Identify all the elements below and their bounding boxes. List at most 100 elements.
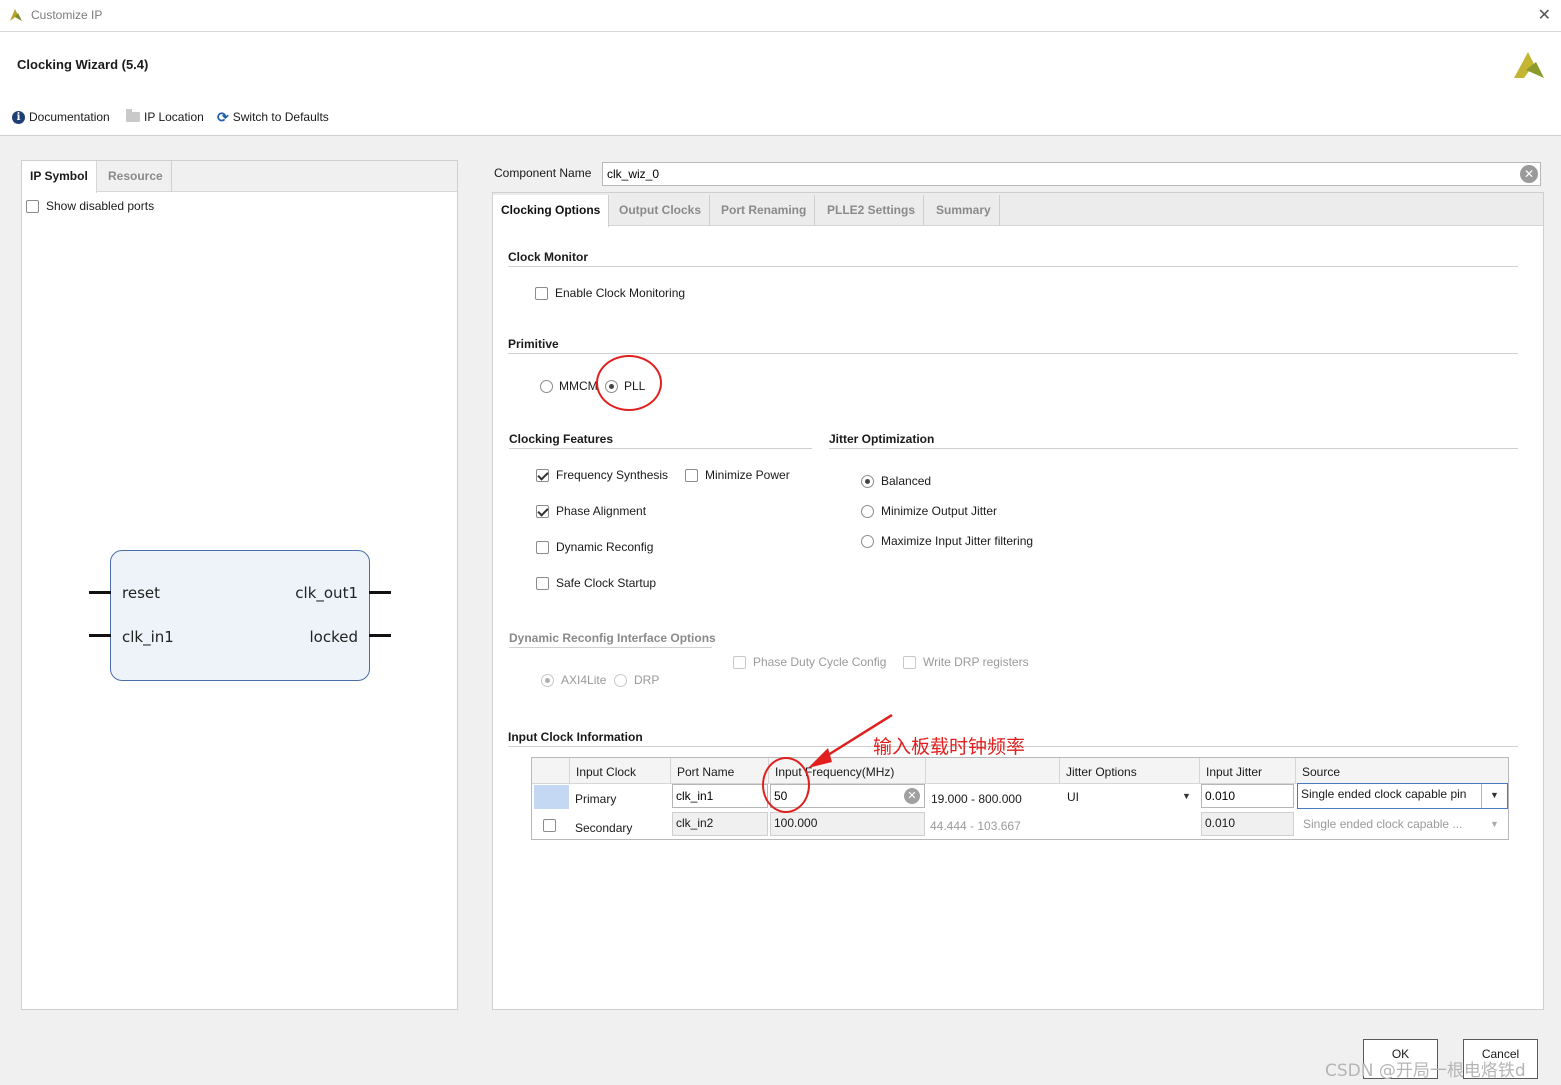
write-drp-option[interactable]: Write DRP registers [903, 655, 1029, 669]
primary-source-select[interactable]: Single ended clock capable pin [1297, 783, 1508, 809]
minimize-power-label: Minimize Power [705, 468, 790, 482]
frequency-synthesis-option[interactable]: Frequency Synthesis [536, 468, 668, 482]
drp-radio[interactable] [614, 673, 627, 687]
phase-alignment-checkbox[interactable] [536, 504, 549, 518]
maximize-input-jitter-option[interactable]: Maximize Input Jitter filtering [861, 534, 1033, 548]
tab-summary[interactable]: Summary [928, 195, 1000, 226]
axi4lite-option[interactable]: AXI4Lite [541, 673, 606, 687]
window-title: Customize IP [31, 8, 103, 22]
clear-icon[interactable]: ✕ [904, 788, 920, 804]
primary-jitter-option-select[interactable]: UI [1063, 786, 1083, 808]
xilinx-logo-icon [1514, 52, 1544, 78]
chevron-down-icon[interactable]: ▼ [1490, 819, 1499, 829]
tab-resource[interactable]: Resource [100, 161, 172, 192]
annotation-circle-pll [596, 355, 662, 411]
mmcm-label: MMCM [559, 379, 598, 393]
pin-locked [369, 634, 391, 637]
table-header-source: Source [1296, 758, 1508, 784]
frequency-synthesis-checkbox[interactable] [536, 468, 549, 482]
tab-clocking-options[interactable]: Clocking Options [493, 195, 610, 227]
chevron-down-icon[interactable]: ▼ [1490, 790, 1499, 800]
dynamic-reconfig-interface-title: Dynamic Reconfig Interface Options [509, 631, 716, 645]
port-clk-out1: clk_out1 [295, 584, 358, 602]
phase-alignment-option[interactable]: Phase Alignment [536, 504, 646, 518]
dynamic-reconfig-option[interactable]: Dynamic Reconfig [536, 540, 653, 554]
title-bar: Customize IP ✕ [0, 0, 1561, 32]
secondary-label: Secondary [575, 821, 633, 835]
tab-output-clocks[interactable]: Output Clocks [611, 195, 711, 226]
minimize-output-jitter-radio[interactable] [861, 504, 874, 518]
safe-clock-startup-checkbox[interactable] [536, 576, 549, 590]
tab-port-renaming[interactable]: Port Renaming [713, 195, 816, 226]
close-icon[interactable]: ✕ [1538, 5, 1551, 25]
clear-icon[interactable]: ✕ [1520, 165, 1538, 183]
write-drp-label: Write DRP registers [923, 655, 1029, 669]
left-tab-bar: IP Symbol Resource [22, 161, 457, 193]
dynamic-reconfig-checkbox[interactable] [536, 540, 549, 554]
secondary-input-jitter-value: 0.010 [1205, 816, 1236, 830]
table-header-jitter-options: Jitter Options [1060, 758, 1200, 784]
divider [1481, 784, 1482, 808]
component-name-input[interactable] [602, 162, 1541, 186]
phase-duty-cycle-label: Phase Duty Cycle Config [753, 655, 887, 669]
primary-label: Primary [575, 792, 617, 806]
drp-label: DRP [634, 673, 660, 687]
secondary-source-select[interactable]: Single ended clock capable ... [1303, 817, 1462, 831]
divider [508, 353, 1518, 354]
primitive-mmcm-option[interactable]: MMCM [540, 379, 598, 393]
divider [509, 448, 812, 449]
ip-location-button[interactable]: IP Location [126, 109, 204, 124]
balanced-radio[interactable] [861, 474, 874, 488]
clocking-features-title: Clocking Features [509, 432, 614, 446]
axi4lite-label: AXI4Lite [561, 673, 607, 687]
balanced-label: Balanced [881, 474, 932, 488]
wizard-title: Clocking Wizard (5.4) [17, 57, 149, 72]
minimize-output-jitter-option[interactable]: Minimize Output Jitter [861, 504, 997, 518]
tab-ip-symbol[interactable]: IP Symbol [22, 161, 97, 193]
minimize-power-option[interactable]: Minimize Power [685, 468, 790, 482]
divider [509, 647, 712, 648]
ip-symbol-panel: IP Symbol Resource Show disabled ports r… [21, 160, 458, 1010]
documentation-button[interactable]: i Documentation [12, 110, 110, 124]
drp-option[interactable]: DRP [614, 673, 659, 687]
mmcm-radio[interactable] [540, 379, 553, 393]
secondary-enable-checkbox[interactable] [543, 819, 556, 832]
primary-source-value: Single ended clock capable pin [1301, 787, 1467, 801]
tab-plle2-settings[interactable]: PLLE2 Settings [819, 195, 925, 226]
enable-clock-monitoring-option[interactable]: Enable Clock Monitoring [535, 286, 685, 300]
phase-duty-cycle-option[interactable]: Phase Duty Cycle Config [733, 655, 886, 669]
secondary-frequency-range: 44.444 - 103.667 [930, 819, 1021, 833]
safe-clock-startup-label: Safe Clock Startup [556, 576, 657, 590]
primary-row-selector[interactable] [534, 785, 569, 809]
show-disabled-ports-label: Show disabled ports [46, 199, 155, 213]
primary-input-jitter-input[interactable] [1201, 784, 1294, 808]
ip-symbol-block: reset clk_in1 clk_out1 locked [110, 550, 370, 681]
balanced-option[interactable]: Balanced [861, 474, 931, 488]
secondary-frequency-input[interactable]: 100.000 [770, 812, 925, 836]
table-header-input-clock: Input Clock [570, 758, 671, 784]
minimize-power-checkbox[interactable] [685, 468, 698, 482]
phase-duty-cycle-checkbox[interactable] [733, 655, 746, 669]
watermark: CSDN @开局一根电烙铁d [1325, 1061, 1526, 1081]
show-disabled-ports-option[interactable]: Show disabled ports [26, 199, 154, 213]
dynamic-reconfig-label: Dynamic Reconfig [556, 540, 654, 554]
table-header-input-jitter: Input Jitter [1200, 758, 1296, 784]
port-clk-in1: clk_in1 [122, 628, 174, 646]
show-disabled-ports-checkbox[interactable] [26, 199, 39, 213]
enable-clock-monitoring-checkbox[interactable] [535, 286, 548, 300]
secondary-port-value: clk_in2 [676, 816, 714, 830]
secondary-input-jitter-input[interactable]: 0.010 [1201, 812, 1294, 836]
documentation-label: Documentation [29, 110, 110, 124]
port-locked: locked [309, 628, 359, 646]
secondary-port-name-input[interactable]: clk_in2 [672, 812, 768, 836]
switch-to-defaults-button[interactable]: ⟳ Switch to Defaults [217, 110, 329, 124]
pin-reset [89, 591, 111, 594]
axi4lite-radio[interactable] [541, 673, 554, 687]
primitive-title: Primitive [508, 337, 559, 351]
primary-port-name-input[interactable] [672, 784, 768, 808]
write-drp-checkbox[interactable] [903, 655, 916, 669]
safe-clock-startup-option[interactable]: Safe Clock Startup [536, 576, 656, 590]
secondary-frequency-value: 100.000 [774, 816, 818, 830]
maximize-input-jitter-radio[interactable] [861, 534, 874, 548]
chevron-down-icon[interactable]: ▼ [1182, 791, 1191, 801]
